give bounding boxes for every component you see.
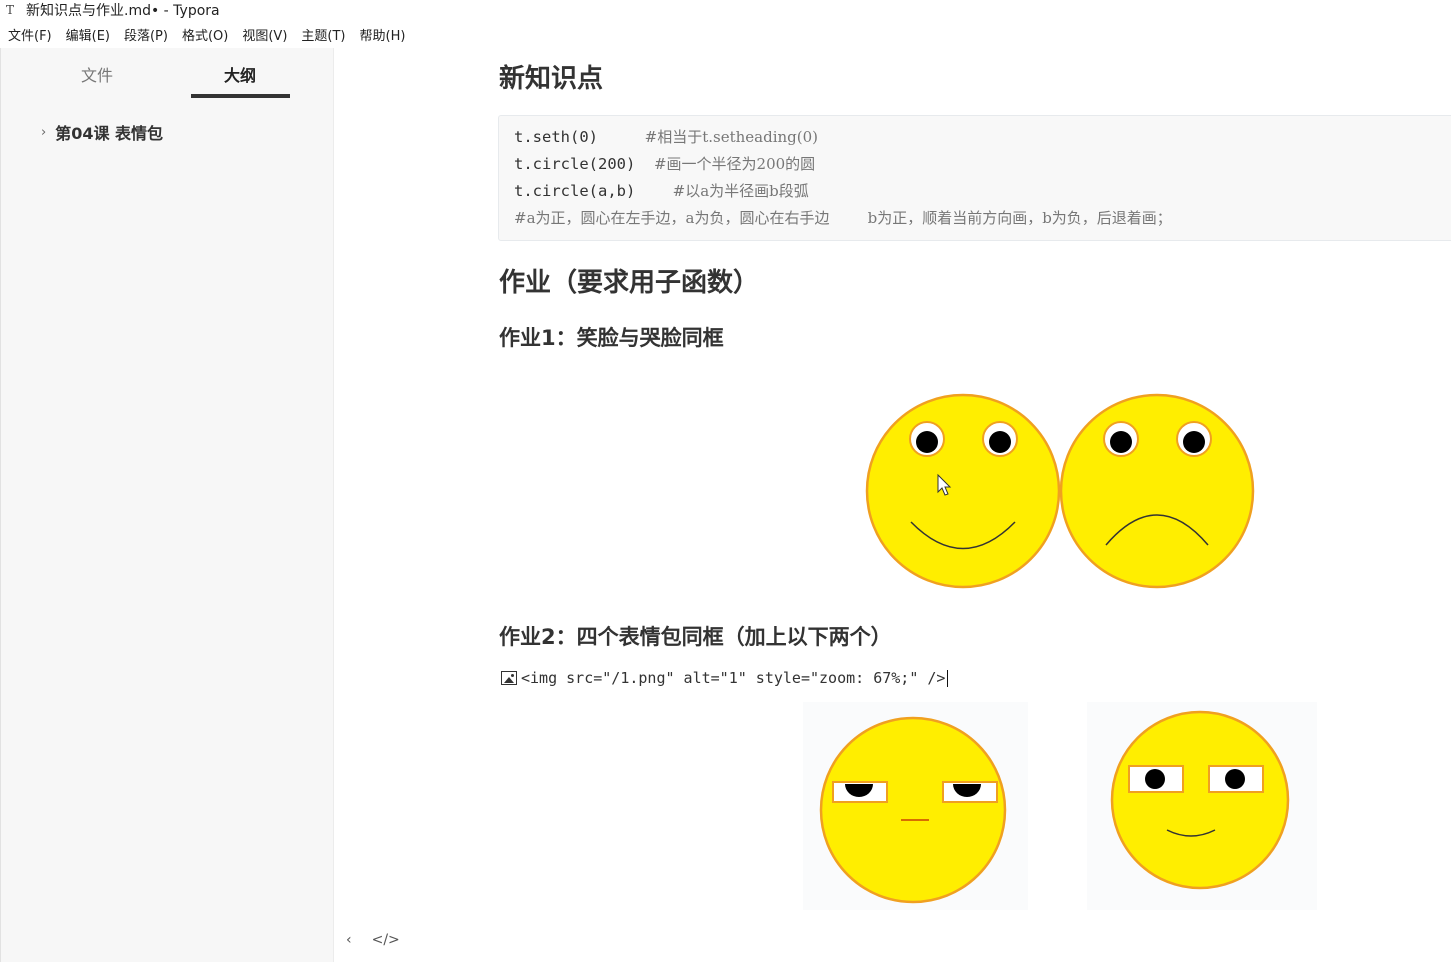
smirk-face-image[interactable] — [1087, 702, 1317, 910]
image-icon — [501, 671, 517, 685]
code-line: #a为正，圆心在左手边，a为负，圆心在右手边 b为正，顺着当前方向画，b为负，后… — [514, 207, 1451, 234]
code-comment: #相当于t.setheading(0) — [644, 128, 819, 146]
code-comment: #以a为半径画b段弧 — [672, 182, 809, 200]
code-text: t.circle(a,b) — [514, 182, 673, 200]
window-title: 新知识点与作业.md• - Typora — [26, 3, 220, 19]
code-text: t.circle(200) — [514, 155, 654, 173]
heading-task-2: 作业2：四个表情包同框（加上以下两个） — [499, 625, 892, 649]
code-block[interactable]: t.seth(0) #相当于t.setheading(0) t.circle(2… — [498, 115, 1451, 241]
chevron-left-icon[interactable]: ‹ — [346, 932, 352, 948]
code-comment: #a为正，圆心在左手边，a为负，圆心在右手边 b为正，顺着当前方向画，b为负，后… — [514, 209, 1172, 227]
active-tab-indicator — [191, 94, 290, 98]
menu-format[interactable]: 格式(O) — [175, 25, 235, 44]
heading-new-knowledge: 新知识点 — [499, 64, 604, 94]
bored-face-image[interactable] — [803, 702, 1028, 910]
menu-paragraph[interactable]: 段落(P) — [117, 25, 175, 44]
code-icon[interactable]: </> — [372, 932, 400, 948]
code-line: t.circle(200) #画一个半径为200的圆 — [514, 153, 1451, 180]
sidebar: 文件 大纲 › 第04课 表情包 — [0, 48, 334, 962]
image-source-line[interactable]: <img src="/1.png" alt="1" style="zoom: 6… — [501, 669, 949, 687]
happy-face — [865, 393, 1061, 589]
editor[interactable]: 新知识点 t.seth(0) #相当于t.setheading(0) t.cir… — [335, 48, 1451, 962]
menu-view[interactable]: 视图(V) — [235, 25, 294, 44]
text-caret — [947, 669, 949, 687]
menu-theme[interactable]: 主题(T) — [294, 25, 352, 44]
menu-edit[interactable]: 编辑(E) — [59, 25, 117, 44]
heading-homework: 作业（要求用子函数） — [499, 268, 760, 298]
typora-app-icon: T — [5, 3, 14, 17]
chevron-right-icon[interactable]: › — [41, 125, 46, 140]
outline-item-label: 第04课 表情包 — [55, 124, 164, 143]
code-line: t.circle(a,b) #以a为半径画b段弧 — [514, 180, 1451, 207]
outline-item[interactable]: › 第04课 表情包 — [41, 120, 163, 144]
tab-outline[interactable]: 大纲 — [190, 62, 290, 86]
image-source-text[interactable]: <img src="/1.png" alt="1" style="zoom: 6… — [521, 669, 945, 687]
sad-face — [1059, 393, 1255, 589]
menu-help[interactable]: 帮助(H) — [353, 25, 413, 44]
code-text: t.seth(0) — [514, 128, 645, 146]
menu-file[interactable]: 文件(F) — [0, 25, 59, 44]
menu-bar: 文件(F) 编辑(E) 段落(P) 格式(O) 视图(V) 主题(T) 帮助(H… — [0, 22, 1451, 46]
sidebar-tabs: 文件 大纲 — [1, 48, 335, 100]
tab-files[interactable]: 文件 — [47, 62, 147, 86]
heading-task-1: 作业1：笑脸与哭脸同框 — [499, 326, 724, 350]
sidebar-footer-tools: ‹ </> — [346, 932, 400, 948]
happy-sad-faces-image[interactable] — [863, 390, 1258, 594]
title-bar: T 新知识点与作业.md• - Typora — [0, 0, 1451, 20]
code-comment: #画一个半径为200的圆 — [653, 155, 816, 173]
code-line: t.seth(0) #相当于t.setheading(0) — [514, 126, 1451, 153]
